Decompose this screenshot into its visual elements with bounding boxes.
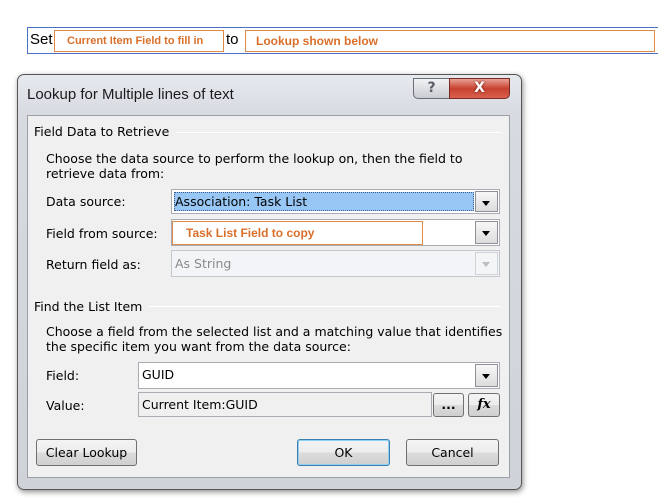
help-button[interactable]: ?: [413, 78, 450, 99]
clear-lookup-button[interactable]: Clear Lookup: [36, 439, 137, 466]
browse-button[interactable]: ...: [433, 393, 464, 417]
dropdown-button[interactable]: [475, 191, 498, 212]
ok-button[interactable]: OK: [297, 439, 390, 466]
close-icon: X: [474, 80, 485, 96]
dropdown-button[interactable]: [475, 364, 498, 387]
data-source-dropdown[interactable]: Association: Task List: [171, 189, 500, 214]
find-item-description: Choose a field from the selected list an…: [46, 324, 503, 354]
chevron-down-icon: [482, 231, 490, 236]
field-value: GUID: [142, 367, 175, 382]
lookup-value-box[interactable]: Lookup shown below: [245, 30, 655, 52]
dropdown-button: [475, 252, 498, 275]
value-text: Current Item:GUID: [142, 397, 258, 412]
field-from-source-label: Field from source:: [46, 226, 158, 241]
close-button[interactable]: X: [449, 78, 510, 99]
chevron-down-icon: [482, 374, 490, 379]
field-from-source-value: Task List Field to copy: [172, 221, 423, 245]
return-field-dropdown: As String: [171, 250, 500, 277]
return-field-label: Return field as:: [46, 257, 141, 272]
field-data-description: Choose the data source to perform the lo…: [46, 151, 463, 181]
help-icon: ?: [427, 80, 436, 96]
field-dropdown[interactable]: GUID: [138, 362, 500, 389]
current-item-field-box[interactable]: Current Item Field to fill in: [54, 30, 224, 52]
to-label: to: [226, 31, 239, 48]
section-divider: [148, 306, 501, 307]
return-field-value: As String: [175, 256, 232, 271]
field-data-heading: Field Data to Retrieve: [34, 124, 170, 139]
chevron-down-icon: [482, 201, 490, 206]
value-field[interactable]: Current Item:GUID: [138, 392, 432, 417]
formula-button[interactable]: fx: [468, 393, 500, 417]
section-divider: [176, 132, 501, 133]
data-source-label: Data source:: [46, 194, 126, 209]
cancel-button[interactable]: Cancel: [406, 439, 499, 466]
function-icon: fx: [477, 397, 491, 412]
dialog-title: Lookup for Multiple lines of text: [27, 86, 234, 103]
data-source-value: Association: Task List: [175, 194, 308, 209]
find-list-item-heading: Find the List Item: [34, 299, 143, 314]
set-label: Set: [30, 31, 53, 48]
field-label: Field:: [46, 368, 80, 383]
chevron-down-icon: [482, 262, 490, 267]
value-label: Value:: [46, 398, 85, 413]
dropdown-button[interactable]: [475, 221, 498, 244]
